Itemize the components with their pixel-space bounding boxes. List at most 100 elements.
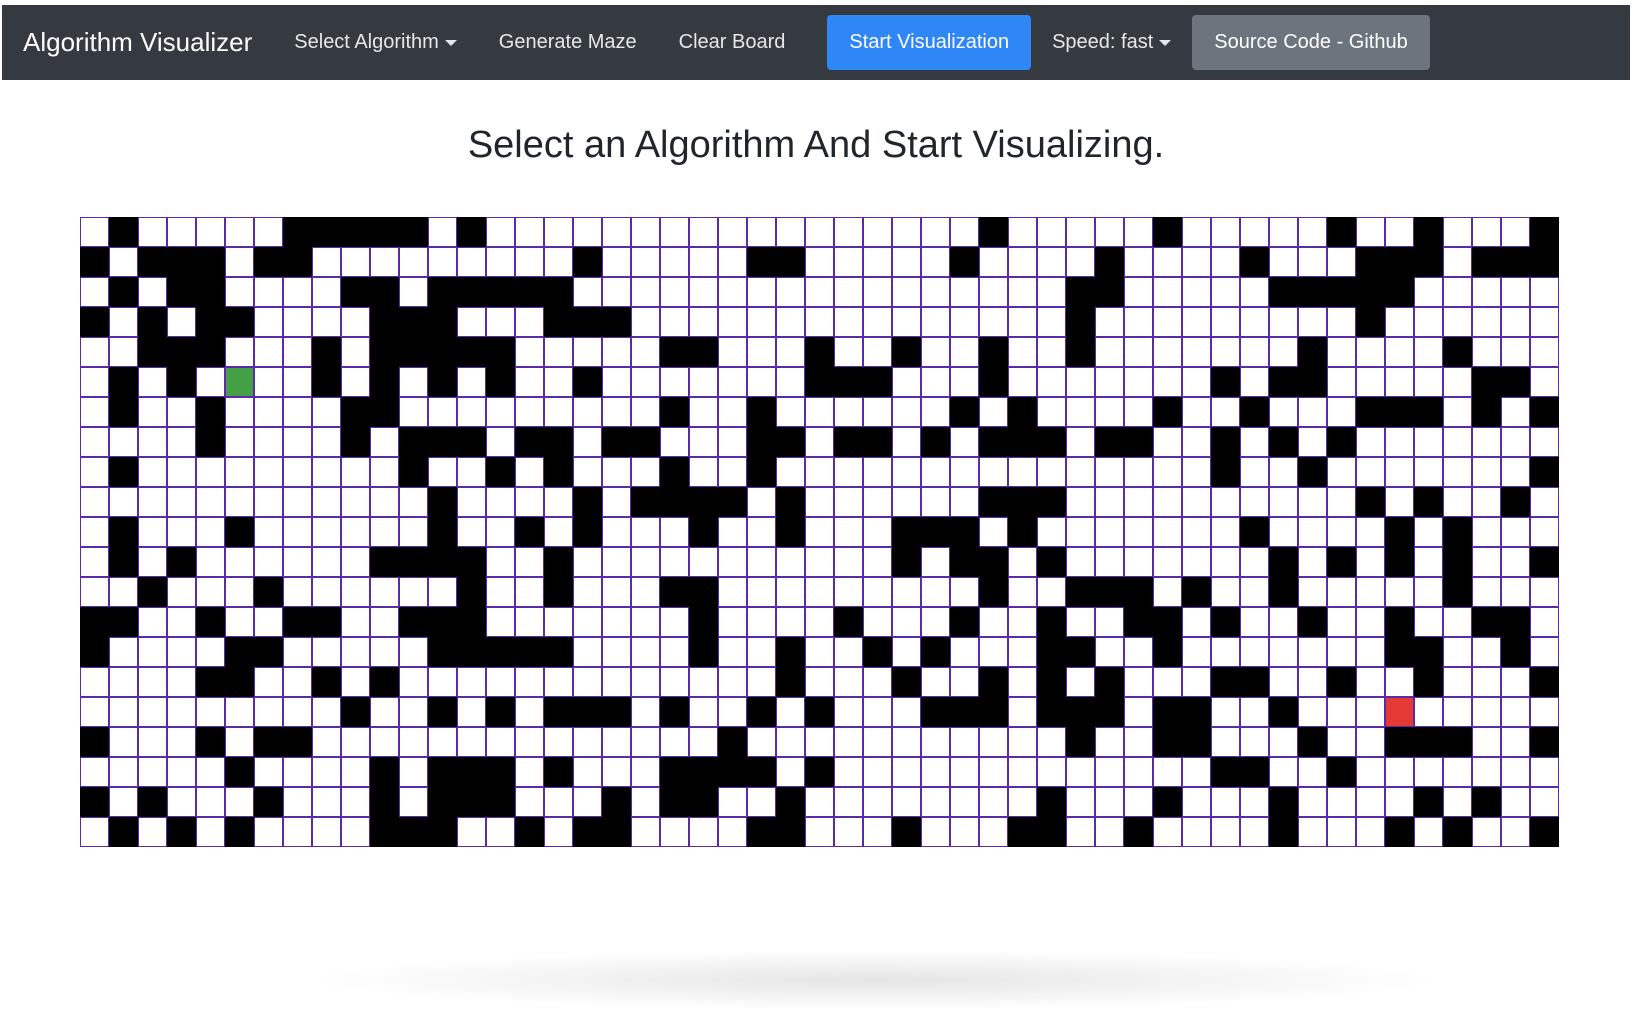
grid-cell[interactable] bbox=[776, 547, 805, 577]
grid-cell[interactable] bbox=[1472, 727, 1501, 757]
grid-cell[interactable] bbox=[689, 727, 718, 757]
grid-cell[interactable] bbox=[631, 787, 660, 817]
grid-cell[interactable] bbox=[138, 667, 167, 697]
grid-cell[interactable] bbox=[341, 667, 370, 697]
wall-cell[interactable] bbox=[312, 667, 341, 697]
grid-cell[interactable] bbox=[1356, 667, 1385, 697]
grid-cell[interactable] bbox=[1269, 247, 1298, 277]
wall-cell[interactable] bbox=[1472, 247, 1501, 277]
grid-cell[interactable] bbox=[138, 607, 167, 637]
grid-cell[interactable] bbox=[747, 337, 776, 367]
wall-cell[interactable] bbox=[921, 517, 950, 547]
grid-cell[interactable] bbox=[1008, 217, 1037, 247]
wall-cell[interactable] bbox=[805, 367, 834, 397]
grid-cell[interactable] bbox=[834, 517, 863, 547]
grid-cell[interactable] bbox=[660, 667, 689, 697]
clear-board-link[interactable]: Clear Board bbox=[679, 31, 786, 54]
grid-cell[interactable] bbox=[834, 487, 863, 517]
grid-cell[interactable] bbox=[399, 277, 428, 307]
grid-cell[interactable] bbox=[1182, 307, 1211, 337]
wall-cell[interactable] bbox=[544, 547, 573, 577]
grid-cell[interactable] bbox=[167, 487, 196, 517]
wall-cell[interactable] bbox=[1298, 337, 1327, 367]
wall-cell[interactable] bbox=[1414, 637, 1443, 667]
grid-cell[interactable] bbox=[1530, 307, 1559, 337]
grid-cell[interactable] bbox=[776, 217, 805, 247]
grid-cell[interactable] bbox=[1211, 397, 1240, 427]
grid-cell[interactable] bbox=[1327, 607, 1356, 637]
grid-cell[interactable] bbox=[1066, 517, 1095, 547]
grid-cell[interactable] bbox=[1066, 457, 1095, 487]
grid-cell[interactable] bbox=[1327, 517, 1356, 547]
wall-cell[interactable] bbox=[1037, 547, 1066, 577]
grid-cell[interactable] bbox=[863, 247, 892, 277]
wall-cell[interactable] bbox=[1298, 367, 1327, 397]
grid-cell[interactable] bbox=[776, 307, 805, 337]
grid-cell[interactable] bbox=[1327, 487, 1356, 517]
grid-cell[interactable] bbox=[457, 727, 486, 757]
grid-cell[interactable] bbox=[573, 787, 602, 817]
wall-cell[interactable] bbox=[428, 277, 457, 307]
grid-cell[interactable] bbox=[1327, 637, 1356, 667]
grid-cell[interactable] bbox=[1153, 427, 1182, 457]
wall-cell[interactable] bbox=[428, 697, 457, 727]
grid-cell[interactable] bbox=[834, 307, 863, 337]
grid-cell[interactable] bbox=[573, 427, 602, 457]
grid-cell[interactable] bbox=[1298, 817, 1327, 847]
grid-cell[interactable] bbox=[196, 577, 225, 607]
grid-cell[interactable] bbox=[1182, 277, 1211, 307]
grid-cell[interactable] bbox=[1182, 457, 1211, 487]
grid-cell[interactable] bbox=[1327, 727, 1356, 757]
grid-cell[interactable] bbox=[1269, 307, 1298, 337]
grid-cell[interactable] bbox=[544, 607, 573, 637]
wall-cell[interactable] bbox=[399, 307, 428, 337]
grid-cell[interactable] bbox=[399, 637, 428, 667]
grid-cell[interactable] bbox=[747, 367, 776, 397]
grid-cell[interactable] bbox=[718, 307, 747, 337]
grid-cell[interactable] bbox=[254, 667, 283, 697]
grid-cell[interactable] bbox=[1443, 367, 1472, 397]
grid-cell[interactable] bbox=[225, 547, 254, 577]
grid-cell[interactable] bbox=[1182, 637, 1211, 667]
wall-cell[interactable] bbox=[1472, 607, 1501, 637]
grid-cell[interactable] bbox=[312, 637, 341, 667]
grid-cell[interactable] bbox=[892, 277, 921, 307]
wall-cell[interactable] bbox=[1008, 817, 1037, 847]
wall-cell[interactable] bbox=[979, 547, 1008, 577]
grid-cell[interactable] bbox=[225, 577, 254, 607]
wall-cell[interactable] bbox=[486, 277, 515, 307]
grid-cell[interactable] bbox=[515, 217, 544, 247]
grid-cell[interactable] bbox=[1153, 547, 1182, 577]
grid-cell[interactable] bbox=[1327, 697, 1356, 727]
grid-cell[interactable] bbox=[515, 697, 544, 727]
grid-cell[interactable] bbox=[1269, 487, 1298, 517]
wall-cell[interactable] bbox=[167, 547, 196, 577]
grid-cell[interactable] bbox=[1356, 217, 1385, 247]
grid-cell[interactable] bbox=[602, 247, 631, 277]
grid-cell[interactable] bbox=[805, 787, 834, 817]
grid-cell[interactable] bbox=[399, 667, 428, 697]
grid-cell[interactable] bbox=[1443, 697, 1472, 727]
grid-cell[interactable] bbox=[254, 607, 283, 637]
wall-cell[interactable] bbox=[1385, 817, 1414, 847]
wall-cell[interactable] bbox=[1298, 727, 1327, 757]
wall-cell[interactable] bbox=[1240, 397, 1269, 427]
wall-cell[interactable] bbox=[399, 457, 428, 487]
wall-cell[interactable] bbox=[660, 457, 689, 487]
wall-cell[interactable] bbox=[341, 697, 370, 727]
grid-cell[interactable] bbox=[486, 607, 515, 637]
wall-cell[interactable] bbox=[573, 247, 602, 277]
grid-cell[interactable] bbox=[283, 817, 312, 847]
wall-cell[interactable] bbox=[1443, 517, 1472, 547]
grid-cell[interactable] bbox=[747, 607, 776, 637]
wall-cell[interactable] bbox=[1414, 667, 1443, 697]
grid-cell[interactable] bbox=[602, 637, 631, 667]
grid-cell[interactable] bbox=[225, 427, 254, 457]
grid-cell[interactable] bbox=[167, 727, 196, 757]
wall-cell[interactable] bbox=[1066, 337, 1095, 367]
wall-cell[interactable] bbox=[109, 277, 138, 307]
grid-cell[interactable] bbox=[1472, 517, 1501, 547]
grid-cell[interactable] bbox=[283, 787, 312, 817]
grid-cell[interactable] bbox=[1356, 427, 1385, 457]
grid-cell[interactable] bbox=[283, 367, 312, 397]
